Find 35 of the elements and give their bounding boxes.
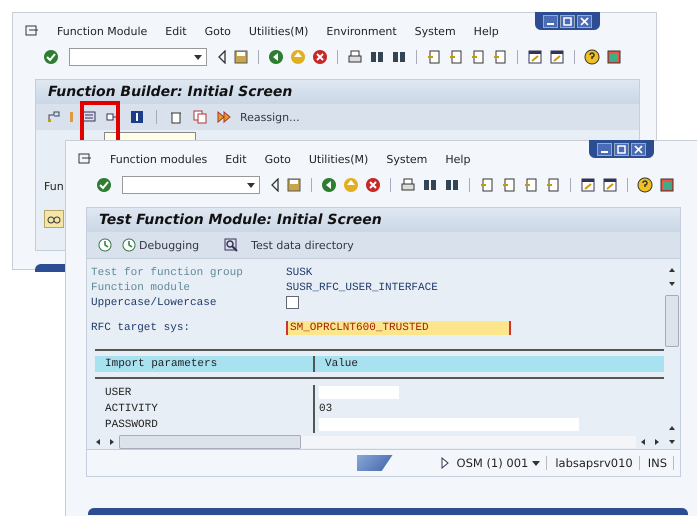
menu-item[interactable]: System — [386, 152, 428, 166]
menu-item[interactable]: Utilities(M) — [248, 24, 308, 38]
input-mode: INS — [648, 456, 674, 470]
input-field[interactable]: SM_OPRCLNT600_TRUSTED — [286, 320, 511, 334]
menu-item[interactable]: Help — [445, 152, 470, 166]
field-label: Uppercase/Lowercase — [91, 296, 218, 308]
server-name: labsapsrv010 — [555, 456, 640, 470]
reassign-button[interactable]: Reassign... — [240, 110, 300, 124]
menu-item[interactable]: Edit — [165, 24, 187, 38]
menu-item[interactable]: Edit — [225, 152, 247, 166]
menu-item[interactable]: Help — [474, 24, 499, 38]
menu-item[interactable]: Goto — [264, 152, 291, 166]
screen-title: Function Builder: Initial Screen — [36, 80, 639, 104]
menu-item[interactable]: Utilities(M) — [308, 152, 368, 166]
value-field[interactable]: 03 — [319, 403, 332, 415]
field-label: Function module — [91, 282, 192, 294]
column-header: Value — [315, 356, 664, 372]
screen-title: Test Function Module: Initial Screen — [87, 208, 680, 232]
menu-item[interactable]: Goto — [204, 24, 231, 38]
menu-item[interactable]: Environment — [326, 24, 397, 38]
menu-item[interactable]: Function Module — [57, 24, 148, 38]
field-value: SUSR_RFC_USER_INTERFACE — [286, 282, 438, 294]
parameter-name: PASSWORD — [95, 417, 315, 433]
field-label: Test for function group — [91, 266, 244, 278]
parameter-name: USER — [95, 385, 315, 401]
debugging-button[interactable]: Debugging — [121, 237, 200, 253]
system-info[interactable]: OSM (1) 001 — [456, 456, 548, 470]
field-value: SUSK — [286, 266, 312, 278]
parameter-name: ACTIVITY — [95, 401, 315, 417]
test-data-directory-button[interactable]: Test data directory — [223, 237, 354, 253]
column-header: Import parameters — [95, 356, 315, 372]
field-label: Fun — [44, 180, 64, 193]
menu-item[interactable]: System — [414, 24, 456, 38]
field-label: RFC target sys: — [91, 322, 192, 334]
menu-item[interactable]: Function modules — [110, 152, 208, 166]
